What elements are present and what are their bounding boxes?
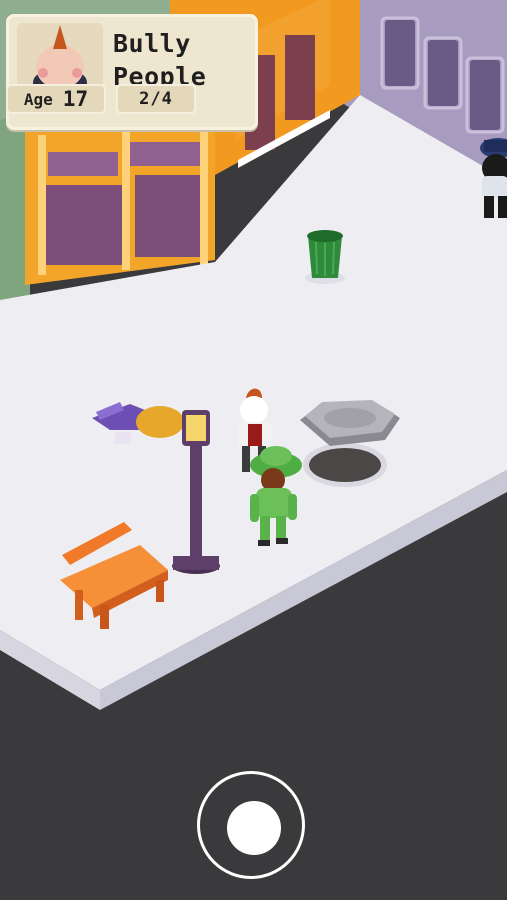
mission-progress: 2/4: [116, 84, 196, 114]
game-world[interactable]: [0, 0, 507, 900]
mission-title-line1: Bully: [113, 29, 191, 58]
mission-progress-text: 2/4: [139, 89, 173, 109]
game-screen[interactable]: Bully People Age 17 2/4: [0, 0, 507, 900]
age-label: Age: [23, 89, 53, 109]
virtual-joystick-icon[interactable]: [197, 771, 305, 879]
police-officer[interactable]: [480, 138, 507, 218]
trash-can[interactable]: [305, 230, 345, 284]
age-indicator: Age 17: [6, 84, 106, 114]
age-value: 17: [62, 87, 89, 111]
joystick-knob[interactable]: [227, 801, 281, 855]
